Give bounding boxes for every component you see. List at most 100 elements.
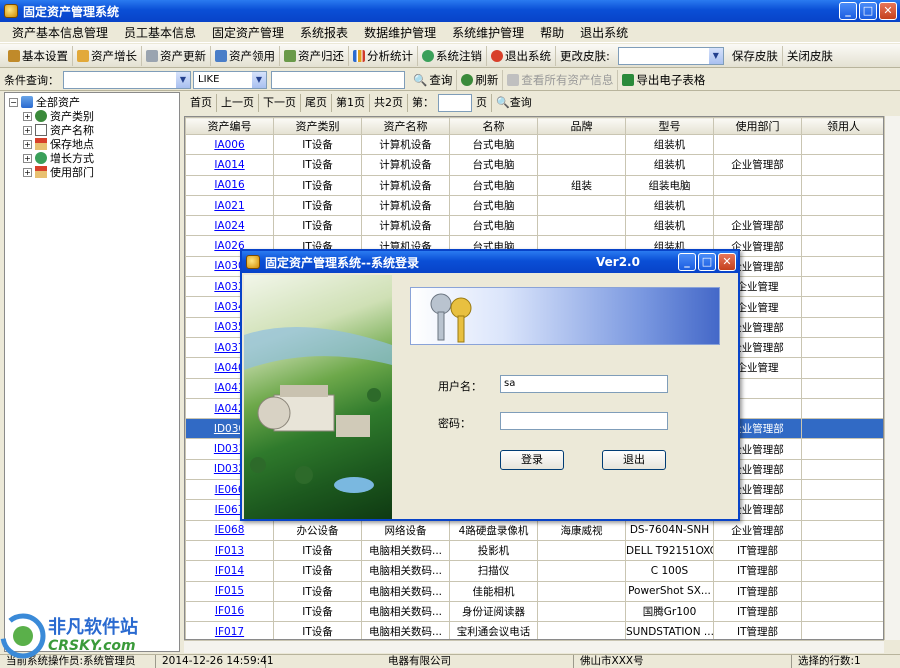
column-header[interactable]: 资产名称 xyxy=(361,117,450,135)
table-cell: 电脑相关数码... xyxy=(361,539,450,562)
column-header[interactable]: 资产类别 xyxy=(273,117,362,135)
maximize-button[interactable]: □ xyxy=(698,253,716,271)
asset-id-link[interactable]: IF014 xyxy=(185,560,274,582)
logout-button[interactable]: 系统注销 xyxy=(418,45,487,66)
close-button[interactable]: ✕ xyxy=(718,253,736,271)
asset-id-link[interactable]: IF016 xyxy=(185,600,274,623)
refresh-button[interactable]: 刷新 xyxy=(457,69,504,90)
table-row[interactable]: IA006 IT设备 计算机设备 台式电脑 组装机 xyxy=(185,133,883,156)
tree-item-location[interactable]: + 保存地点 xyxy=(9,137,175,151)
minimize-button[interactable]: _ xyxy=(678,253,696,271)
tree-item-name[interactable]: + 资产名称 xyxy=(9,123,175,137)
query-field-select[interactable]: ▼ xyxy=(63,70,191,89)
asset-id-link[interactable]: IA006 xyxy=(185,133,274,156)
asset-update-button[interactable]: 资产更新 xyxy=(142,45,211,66)
maximize-button[interactable]: □ xyxy=(859,2,877,20)
expand-icon[interactable]: + xyxy=(23,111,32,121)
password-input[interactable] xyxy=(500,412,668,430)
asset-id-link[interactable]: IA014 xyxy=(185,154,274,176)
asset-id-link[interactable]: IF015 xyxy=(185,580,274,602)
collapse-icon[interactable]: − xyxy=(9,97,18,107)
tree-item-category[interactable]: + 资产类别 xyxy=(9,109,175,123)
table-cell xyxy=(537,580,626,602)
menu-exit[interactable]: 退出系统 xyxy=(572,24,636,41)
asset-id-link[interactable]: IA024 xyxy=(185,215,274,237)
table-row[interactable]: IE068 办公设备 网络设备 4路硬盘录像机 海康威视 DS-7604N-SNH 企业管理… xyxy=(185,519,883,541)
column-header[interactable]: 领用人 xyxy=(801,117,883,135)
exit-button[interactable]: 退出 xyxy=(602,450,666,470)
table-cell: 组装机 xyxy=(625,215,714,237)
table-row[interactable]: IA024 IT设备 计算机设备 台式电脑 组装机 企业管理部 xyxy=(185,215,883,237)
query-value-input[interactable] xyxy=(271,70,405,89)
table-row[interactable]: IF014 IT设备 电脑相关数码... 扫描仪 C 100S IT管理部 xyxy=(185,560,883,582)
tree-item-growth[interactable]: + 增长方式 xyxy=(9,151,175,165)
tree-root[interactable]: − 全部资产 xyxy=(9,95,175,109)
analysis-button[interactable]: 分析统计 xyxy=(349,45,418,66)
expand-icon[interactable]: + xyxy=(23,167,32,177)
table-cell: 台式电脑 xyxy=(449,133,538,156)
vertical-scrollbar[interactable] xyxy=(884,116,900,640)
asset-id-link[interactable]: IE068 xyxy=(185,519,274,541)
last-page-button[interactable]: 尾页 xyxy=(301,94,332,112)
watermark-swirl-icon xyxy=(0,613,46,659)
asset-id-link[interactable]: IF017 xyxy=(185,621,274,639)
table-cell xyxy=(801,499,883,521)
table-cell: 台式电脑 xyxy=(449,215,538,237)
prev-page-button[interactable]: 上一页 xyxy=(217,94,259,112)
table-row[interactable]: IA021 IT设备 计算机设备 台式电脑 组装机 xyxy=(185,194,883,217)
login-button[interactable]: 登录 xyxy=(500,450,564,470)
expand-icon[interactable]: + xyxy=(23,125,32,135)
menu-system-maintenance[interactable]: 系统维护管理 xyxy=(444,24,532,41)
minimize-button[interactable]: _ xyxy=(839,2,857,20)
expand-icon[interactable]: + xyxy=(23,153,32,163)
horizontal-scrollbar[interactable] xyxy=(184,640,884,653)
asset-id-link[interactable]: IF013 xyxy=(185,539,274,562)
column-header[interactable]: 型号 xyxy=(625,117,714,135)
table-cell xyxy=(801,215,883,237)
save-skin-button[interactable]: 保存皮肤 xyxy=(728,45,783,66)
query-search-button[interactable]: 🔍 查询 xyxy=(409,69,458,90)
close-skin-label: 关闭皮肤 xyxy=(786,48,833,63)
next-page-button[interactable]: 下一页 xyxy=(259,94,301,112)
table-row[interactable]: IF015 IT设备 电脑相关数码... 佳能相机 PowerShot SX... IT管… xyxy=(185,580,883,602)
table-row[interactable]: IF016 IT设备 电脑相关数码... 身份证阅读器 国腾Gr100 IT管理部 xyxy=(185,600,883,623)
menu-data-maintenance[interactable]: 数据维护管理 xyxy=(356,24,444,41)
asset-return-button[interactable]: 资产归还 xyxy=(280,45,349,66)
table-row[interactable]: IF013IT设备电脑相关数码...投影机 DELL T92151OXCNIT管理… xyxy=(185,539,883,562)
username-input[interactable]: sa xyxy=(500,375,668,393)
tree-item-department[interactable]: + 使用部门 xyxy=(9,165,175,179)
goto-page-input[interactable] xyxy=(438,94,472,112)
menu-asset-management[interactable]: 固定资产管理 xyxy=(204,24,292,41)
table-row[interactable]: IA016 IT设备 计算机设备 台式电脑 组装 组装电脑 xyxy=(185,174,883,196)
close-button[interactable]: ✕ xyxy=(879,2,897,20)
view-all-assets-button[interactable]: 查看所有资产信息 xyxy=(503,69,619,90)
skin-select[interactable]: ▼ xyxy=(617,46,724,65)
exit-system-button[interactable]: 退出系统 xyxy=(487,45,556,66)
query-operator-select[interactable]: LIKE ▼ xyxy=(193,70,267,89)
first-page-button[interactable]: 首页 xyxy=(186,94,217,112)
menu-employee-info[interactable]: 员工基本信息 xyxy=(116,24,204,41)
asset-id-link[interactable]: IA021 xyxy=(185,194,274,217)
pager-search-button[interactable]: 🔍查询 xyxy=(492,94,536,112)
table-row[interactable]: IA014 IT设备 计算机设备 台式电脑 组装机 企业管理部 xyxy=(185,154,883,176)
exit-system-label: 退出系统 xyxy=(505,48,551,63)
table-cell: 企业管理部 xyxy=(713,215,802,237)
column-header[interactable]: 使用部门 xyxy=(713,117,802,135)
table-cell xyxy=(537,154,626,176)
close-skin-button[interactable]: 关闭皮肤 xyxy=(783,46,837,66)
column-header[interactable]: 品牌 xyxy=(537,117,626,135)
export-excel-button[interactable]: 导出电子表格 xyxy=(618,70,709,90)
asset-growth-button[interactable]: 资产增长 xyxy=(73,45,142,66)
menu-reports[interactable]: 系统报表 xyxy=(292,24,356,41)
expand-icon[interactable]: + xyxy=(23,139,32,149)
asset-checkout-button[interactable]: 资产领用 xyxy=(211,45,280,66)
menu-asset-info[interactable]: 资产基本信息管理 xyxy=(4,24,116,41)
table-row[interactable]: IF017 IT设备 电脑相关数码... 宝利通会议电话 SUNDSTATION ...… xyxy=(185,621,883,639)
column-header[interactable]: 名称 xyxy=(449,117,538,135)
menu-help[interactable]: 帮助 xyxy=(532,24,572,41)
table-cell: 网络设备 xyxy=(361,519,450,541)
basic-settings-button[interactable]: 基本设置 xyxy=(4,45,73,66)
window-controls: _ □ ✕ xyxy=(839,2,897,20)
column-header[interactable]: 资产编号 xyxy=(185,117,274,135)
asset-id-link[interactable]: IA016 xyxy=(185,174,274,196)
